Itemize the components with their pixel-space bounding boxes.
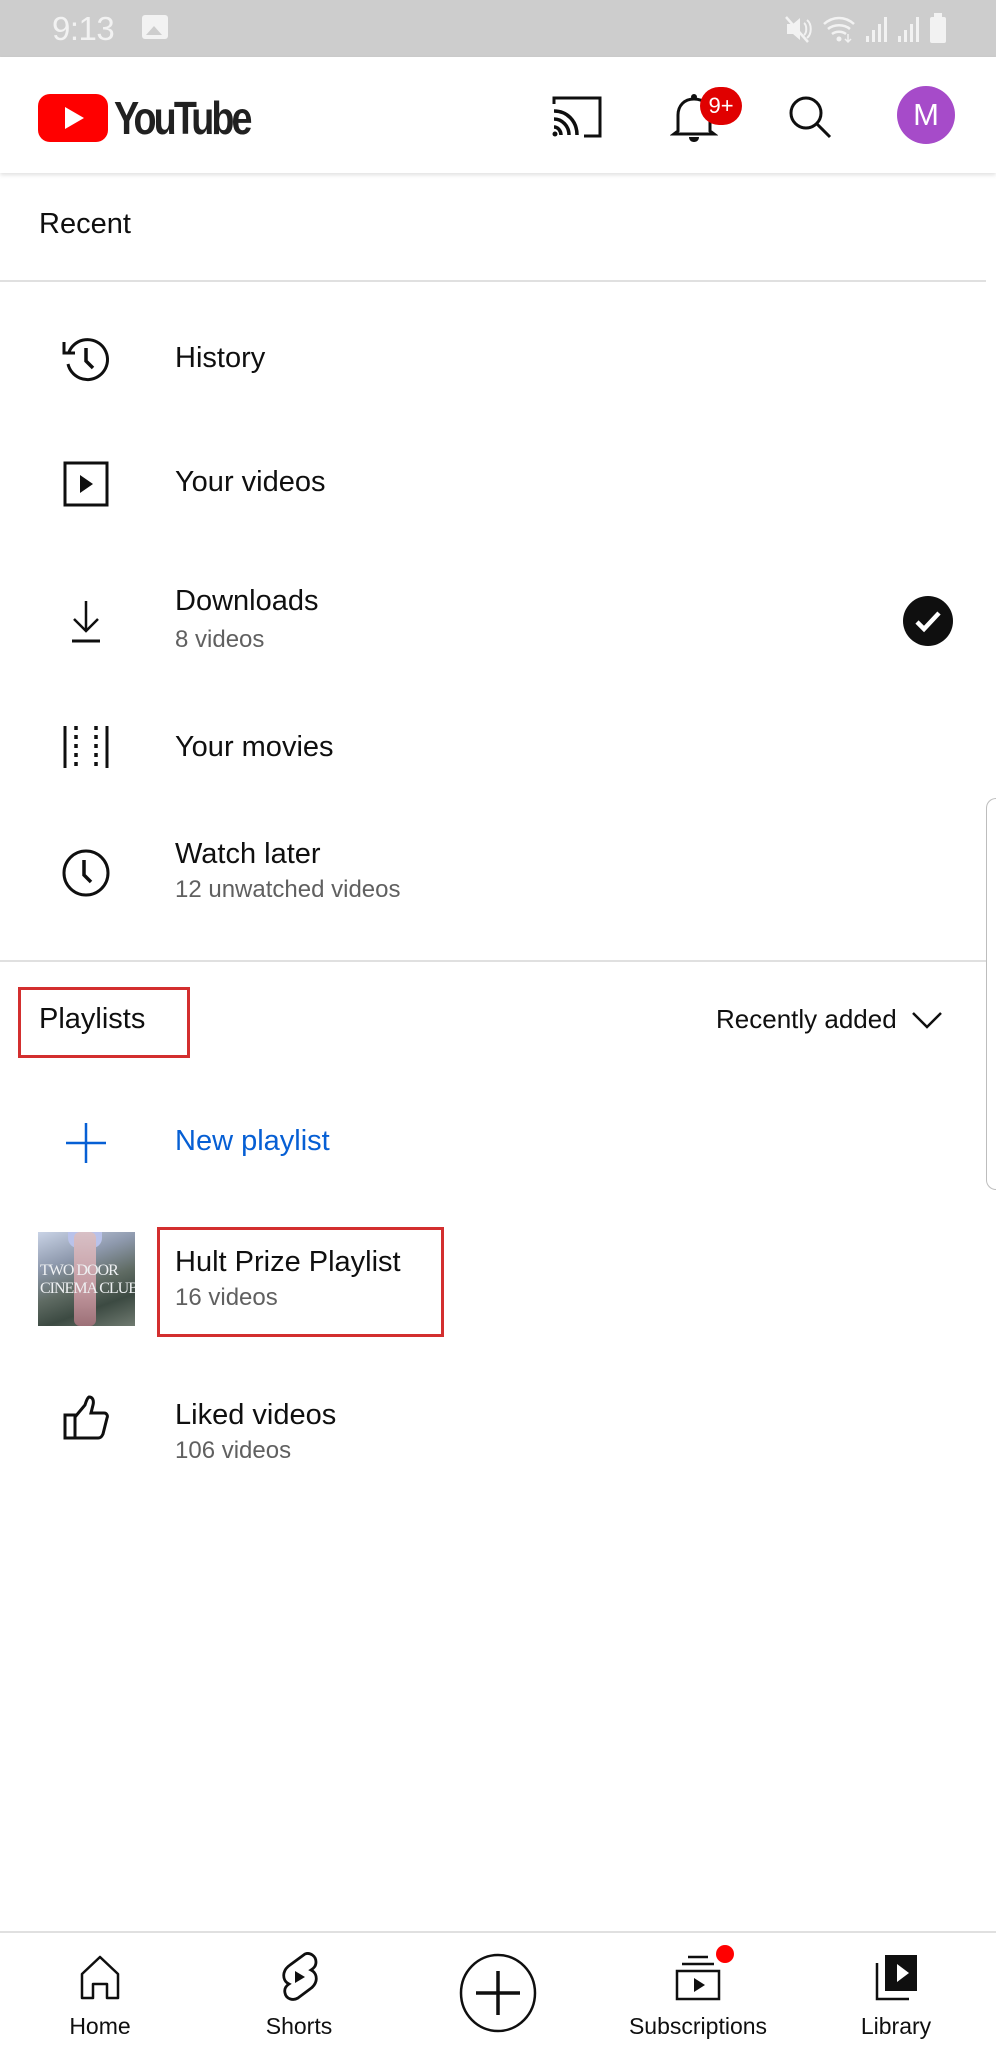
- playlist-title: Liked videos: [175, 1399, 337, 1431]
- wifi-icon: [823, 16, 855, 44]
- library-item-history[interactable]: History: [0, 305, 960, 415]
- account-avatar[interactable]: M: [897, 86, 955, 144]
- new-playlist-label: New playlist: [175, 1125, 330, 1157]
- signal-icon: [898, 17, 919, 42]
- status-time: 9:13: [52, 10, 115, 47]
- item-title: History: [175, 342, 266, 374]
- item-title: Watch later: [175, 838, 321, 870]
- youtube-logo[interactable]: YouTube: [38, 91, 279, 145]
- new-content-dot: [716, 1945, 734, 1963]
- mute-icon: [785, 16, 812, 43]
- nav-shorts[interactable]: Shorts: [219, 1933, 379, 2048]
- status-icons: [784, 12, 948, 44]
- download-icon: [58, 593, 114, 649]
- search-icon: [789, 96, 832, 139]
- history-icon: [58, 332, 114, 388]
- nav-label: Subscriptions: [628, 2013, 768, 2039]
- nav-label: Shorts: [265, 2013, 333, 2039]
- highlight-box-hult-prize: [157, 1227, 444, 1337]
- sort-dropdown[interactable]: Recently added: [716, 1004, 943, 1035]
- nav-home[interactable]: Home: [20, 1933, 180, 2048]
- cast-icon: [552, 96, 602, 138]
- battery-icon: [930, 13, 946, 43]
- playlist-item-liked-videos[interactable]: Liked videos 106 videos: [0, 1360, 960, 1470]
- plus-icon: [58, 1115, 114, 1171]
- notification-badge: 9+: [700, 87, 742, 125]
- movies-icon: [58, 719, 114, 775]
- recent-heading: Recent: [39, 208, 131, 240]
- nav-label: Home: [69, 2013, 131, 2039]
- playlist-thumbnail[interactable]: TWO DOOR CINEMA CLUB: [38, 1232, 135, 1326]
- signal-icon: [866, 17, 887, 42]
- new-playlist-button[interactable]: New playlist: [0, 1088, 960, 1198]
- section-divider: [0, 280, 986, 282]
- library-item-your-movies[interactable]: Your movies: [0, 692, 960, 802]
- library-icon: [868, 1949, 924, 2005]
- thumbnail-text: CINEMA CLUB: [40, 1280, 135, 1297]
- sort-label: Recently added: [716, 1004, 897, 1034]
- library-item-downloads[interactable]: Downloads 8 videos: [0, 565, 960, 675]
- thumbs-up-icon: [58, 1390, 114, 1446]
- nav-subscriptions[interactable]: Subscriptions: [618, 1933, 778, 2048]
- thumbnail-text: TWO DOOR: [40, 1262, 119, 1279]
- item-subtitle: 8 videos: [175, 626, 265, 653]
- status-bar: 9:13: [0, 0, 996, 57]
- your-videos-icon: [58, 456, 114, 512]
- home-icon: [72, 1949, 128, 2005]
- highlight-box-playlists: [18, 987, 190, 1058]
- logo-text: YouTube: [114, 92, 253, 144]
- item-title: Downloads: [175, 585, 319, 617]
- shorts-icon: [271, 1949, 327, 2005]
- cast-button[interactable]: [551, 91, 603, 143]
- chevron-down-icon: [911, 1011, 942, 1029]
- nav-library[interactable]: Library: [816, 1933, 976, 2048]
- downloaded-check-icon: [903, 596, 953, 646]
- nav-create[interactable]: [418, 1933, 578, 2048]
- item-title: Your movies: [175, 731, 334, 763]
- youtube-play-icon: [38, 94, 108, 142]
- bottom-nav: Home Shorts Subscriptions Library: [0, 1933, 996, 2048]
- search-button[interactable]: [784, 91, 836, 143]
- edge-panel-handle[interactable]: [986, 798, 996, 1190]
- playlist-subtitle: 106 videos: [175, 1437, 292, 1464]
- watch-later-icon: [58, 845, 114, 901]
- library-item-your-videos[interactable]: Your videos: [0, 429, 960, 539]
- gallery-icon: [142, 15, 168, 39]
- playlist-item-hult-prize[interactable]: Hult Prize Playlist 16 videos: [0, 1226, 960, 1338]
- app-header: YouTube 9+ M: [0, 57, 996, 173]
- item-title: Your videos: [175, 466, 326, 498]
- create-icon: [458, 1953, 538, 2033]
- section-divider: [0, 960, 986, 962]
- nav-label: Library: [860, 2013, 932, 2039]
- item-subtitle: 12 unwatched videos: [175, 876, 401, 903]
- library-item-watch-later[interactable]: Watch later 12 unwatched videos: [0, 818, 960, 928]
